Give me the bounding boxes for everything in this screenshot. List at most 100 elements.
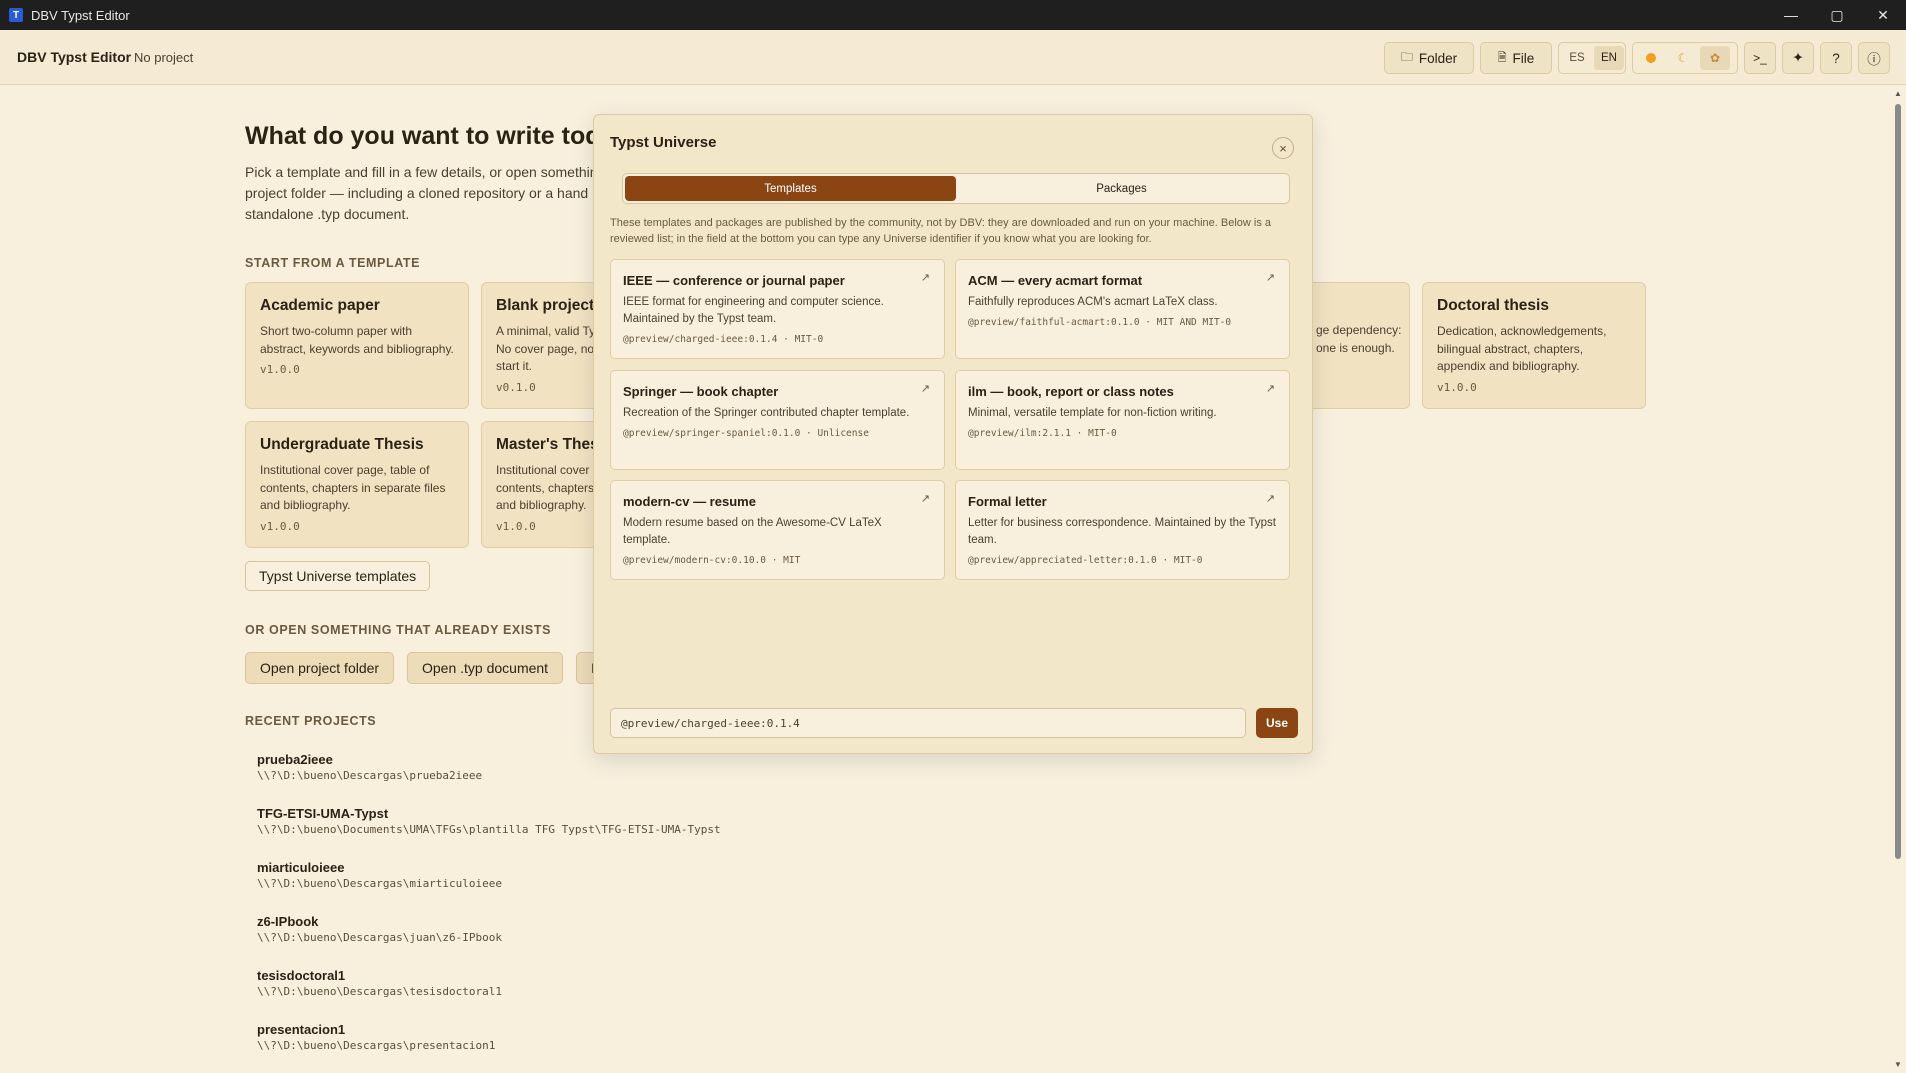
page-title: What do you want to write tod bbox=[245, 122, 601, 150]
minimize-icon[interactable]: — bbox=[1768, 0, 1814, 30]
window-title: DBV Typst Editor bbox=[31, 7, 130, 23]
recent-project-item[interactable]: presentacion1 \\?\D:\bueno\Descargas\pre… bbox=[257, 1022, 495, 1052]
window-title-bar: T DBV Typst Editor — ▢ ✕ bbox=[0, 0, 1906, 30]
app-brand: DBV Typst Editor bbox=[17, 49, 132, 65]
page-description-line: standalone .typ document. bbox=[245, 206, 410, 222]
universe-item-desc: Letter for business correspondence. Main… bbox=[968, 517, 1276, 546]
open-folder-button[interactable]: 🗀 Folder bbox=[1384, 42, 1474, 74]
theme-toggle: ☾ ✿ bbox=[1632, 42, 1738, 74]
recent-project-path: \\?\D:\bueno\Documents\UMA\TFGs\plantill… bbox=[257, 823, 721, 836]
universe-item-desc: IEEE format for engineering and computer… bbox=[623, 296, 884, 325]
universe-item-meta: @preview/charged-ieee:0.1.4 · MIT-0 bbox=[623, 334, 824, 345]
external-link-icon[interactable]: ↗ bbox=[1266, 382, 1275, 395]
open-project-folder-button[interactable]: Open project folder bbox=[245, 652, 395, 684]
open-file-button[interactable]: 🗎 File bbox=[1480, 42, 1552, 74]
file-icon: 🗎 bbox=[1497, 51, 1507, 64]
universe-item-meta: @preview/ilm:2.1.1 · MIT-0 bbox=[968, 428, 1117, 439]
universe-item-modern-cv[interactable]: modern-cv — resume Modern resume based o… bbox=[610, 480, 945, 580]
universe-item-meta: @preview/appreciated-letter:0.1.0 · MIT-… bbox=[968, 555, 1203, 566]
template-card-doctoral-thesis[interactable]: Doctoral thesis Dedication, acknowledgem… bbox=[1422, 282, 1646, 409]
recent-project-name: presentacion1 bbox=[257, 1022, 346, 1037]
info-icon[interactable]: ⓘ bbox=[1858, 42, 1890, 74]
universe-item-ilm[interactable]: ilm — book, report or class notes Minima… bbox=[955, 370, 1290, 470]
template-card-undergraduate-thesis[interactable]: Undergraduate Thesis Institutional cover… bbox=[245, 421, 469, 548]
universe-item-name: ACM — every acmart format bbox=[968, 273, 1143, 288]
open-section-heading: OR OPEN SOMETHING THAT ALREADY EXISTS bbox=[245, 623, 552, 637]
recent-project-item[interactable]: tesisdoctoral1 \\?\D:\bueno\Descargas\te… bbox=[257, 968, 502, 998]
scroll-up-icon[interactable]: ▲ bbox=[1893, 89, 1903, 99]
universe-item-desc: Modern resume based on the Awesome-CV La… bbox=[623, 517, 882, 546]
vertical-scrollbar[interactable]: ▲ ▼ bbox=[1890, 86, 1906, 1073]
terminal-button[interactable]: >_ bbox=[1744, 42, 1776, 74]
typst-universe-templates-button[interactable]: Typst Universe templates bbox=[245, 561, 431, 591]
moon-icon[interactable]: ☾ bbox=[1668, 46, 1698, 70]
external-link-icon[interactable]: ↗ bbox=[921, 382, 930, 395]
use-button[interactable]: Use bbox=[1256, 708, 1298, 738]
template-name: Doctoral thesis bbox=[1437, 297, 1549, 314]
recent-project-name: prueba2ieee bbox=[257, 752, 333, 767]
file-button-label: File bbox=[1512, 50, 1535, 66]
recent-section-heading: RECENT PROJECTS bbox=[245, 714, 377, 728]
page-description-line: Pick a template and fill in a few detail… bbox=[245, 164, 598, 180]
universe-item-name: IEEE — conference or journal paper bbox=[623, 273, 845, 288]
external-link-icon[interactable]: ↗ bbox=[1266, 492, 1275, 505]
template-version: v1.0.0 bbox=[260, 363, 300, 376]
page-description: Pick a template and fill in a few detail… bbox=[245, 162, 645, 225]
recent-project-name: miarticuloieee bbox=[257, 860, 345, 875]
sun-icon[interactable] bbox=[1636, 46, 1666, 70]
external-link-icon[interactable]: ↗ bbox=[921, 492, 930, 505]
lang-es-button[interactable]: ES bbox=[1562, 46, 1592, 70]
tab-templates[interactable]: Templates bbox=[625, 176, 956, 201]
external-link-icon[interactable]: ↗ bbox=[1266, 271, 1275, 284]
recent-project-item[interactable]: z6-IPbook \\?\D:\bueno\Descargas\juan\z6… bbox=[257, 914, 502, 944]
template-desc: Short two-column paper with abstract, ke… bbox=[260, 324, 454, 356]
recent-project-item[interactable]: miarticuloieee \\?\D:\bueno\Descargas\mi… bbox=[257, 860, 502, 890]
tab-packages[interactable]: Packages bbox=[956, 176, 1287, 201]
template-version: v1.0.0 bbox=[1437, 380, 1477, 394]
dialog-note: These templates and packages are publish… bbox=[610, 217, 1271, 245]
external-link-icon[interactable]: ↗ bbox=[921, 271, 930, 284]
universe-item-ieee[interactable]: IEEE — conference or journal paper IEEE … bbox=[610, 259, 945, 359]
template-desc: Institutional cover contents, chapters a… bbox=[496, 463, 595, 512]
typst-universe-dialog: Typst Universe × Templates Packages Thes… bbox=[593, 114, 1313, 754]
recent-project-path: \\?\D:\bueno\Descargas\prueba2ieee bbox=[257, 769, 483, 782]
recent-project-item[interactable]: TFG-ETSI-UMA-Typst \\?\D:\bueno\Document… bbox=[257, 806, 721, 836]
universe-item-springer[interactable]: Springer — book chapter Recreation of th… bbox=[610, 370, 945, 470]
recent-project-path: \\?\D:\bueno\Descargas\presentacion1 bbox=[257, 1039, 496, 1052]
recent-project-name: z6-IPbook bbox=[257, 914, 319, 929]
maximize-icon[interactable]: ▢ bbox=[1814, 0, 1860, 30]
scroll-icon[interactable]: ✿ bbox=[1700, 46, 1730, 70]
dialog-title: Typst Universe bbox=[610, 134, 717, 151]
template-section-heading: START FROM A TEMPLATE bbox=[245, 256, 421, 270]
universe-identifier-input[interactable]: @preview/charged-ieee:0.1.4 bbox=[610, 708, 1246, 738]
universe-item-desc: Faithfully reproduces ACM's acmart LaTeX… bbox=[968, 296, 1218, 308]
app-header: DBV Typst Editor No project 🗀 Folder 🗎 F… bbox=[0, 30, 1906, 85]
universe-item-acm[interactable]: ACM — every acmart format Faithfully rep… bbox=[955, 259, 1290, 359]
sparkle-icon[interactable]: ✦ bbox=[1782, 42, 1814, 74]
close-icon[interactable]: × bbox=[1272, 137, 1294, 159]
project-status: No project bbox=[134, 50, 194, 65]
dialog-tabs: Templates Packages bbox=[622, 173, 1290, 204]
recent-project-path: \\?\D:\bueno\Descargas\juan\z6-IPbook bbox=[257, 931, 503, 944]
universe-item-name: ilm — book, report or class notes bbox=[968, 384, 1174, 399]
template-name: Academic paper bbox=[260, 297, 380, 314]
template-desc: ge dependency: one is enough. bbox=[1316, 323, 1402, 355]
close-icon[interactable]: ✕ bbox=[1860, 0, 1906, 30]
scroll-down-icon[interactable]: ▼ bbox=[1893, 1060, 1903, 1070]
recent-project-path: \\?\D:\bueno\Descargas\tesisdoctoral1 bbox=[257, 985, 503, 998]
app-icon: T bbox=[9, 8, 23, 22]
scrollbar-thumb[interactable] bbox=[1895, 104, 1901, 859]
template-version: v1.0.0 bbox=[260, 519, 300, 533]
universe-item-formal-letter[interactable]: Formal letter Letter for business corres… bbox=[955, 480, 1290, 580]
open-typ-document-button[interactable]: Open .typ document bbox=[407, 652, 564, 684]
recent-project-item[interactable]: prueba2ieee \\?\D:\bueno\Descargas\prueb… bbox=[257, 752, 482, 782]
template-card-academic-paper[interactable]: Academic paper Short two-column paper wi… bbox=[245, 282, 469, 409]
help-icon[interactable]: ? bbox=[1820, 42, 1852, 74]
recent-project-name: tesisdoctoral1 bbox=[257, 968, 346, 983]
template-name: Undergraduate Thesis bbox=[260, 436, 424, 453]
universe-item-desc: Minimal, versatile template for non-fict… bbox=[968, 407, 1217, 419]
universe-item-name: modern-cv — resume bbox=[623, 494, 756, 509]
universe-item-name: Formal letter bbox=[968, 494, 1047, 509]
lang-en-button[interactable]: EN bbox=[1594, 46, 1624, 70]
template-desc: A minimal, valid Ty No cover page, no st… bbox=[496, 324, 596, 373]
